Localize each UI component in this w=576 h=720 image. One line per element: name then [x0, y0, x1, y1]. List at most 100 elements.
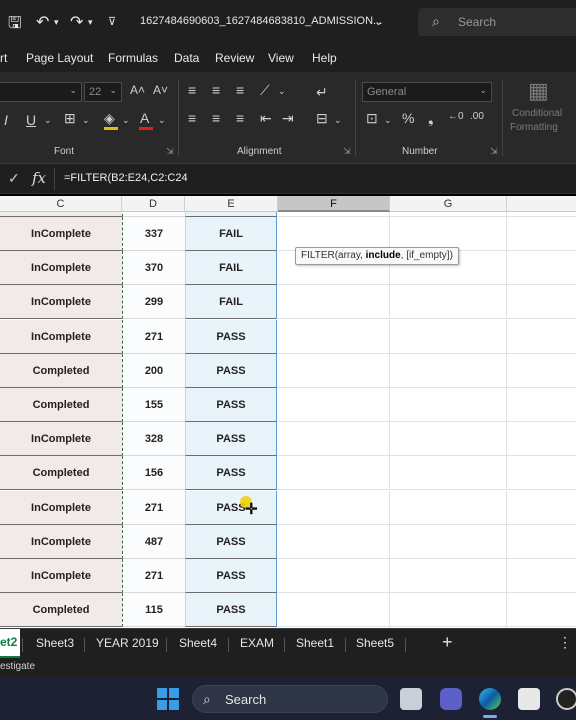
column-header-c[interactable]: C: [0, 196, 122, 212]
sheet-tab-year-2019[interactable]: YEAR 2019: [96, 636, 159, 650]
cell-empty[interactable]: [390, 525, 507, 559]
font-color-icon[interactable]: A: [140, 110, 149, 126]
tab-formulas[interactable]: Formulas: [108, 51, 158, 65]
cell-empty[interactable]: [507, 456, 576, 490]
cell-result[interactable]: FAIL: [185, 251, 277, 285]
alignment-launcher-icon[interactable]: ⇲: [343, 146, 351, 157]
cell-score[interactable]: 271: [122, 491, 185, 525]
cell-status[interactable]: Completed: [0, 354, 122, 388]
sheet-tab-sheet1[interactable]: Sheet1: [296, 636, 334, 650]
conditional-formatting-icon[interactable]: ▦: [528, 78, 549, 104]
cell-empty[interactable]: [278, 559, 390, 593]
increase-decimal-icon[interactable]: ←0: [448, 111, 464, 122]
column-header-h[interactable]: [507, 196, 576, 212]
sheet-tab-sheet2[interactable]: et2: [0, 629, 21, 659]
cell-result[interactable]: PASS: [185, 491, 277, 525]
decrease-decimal-icon[interactable]: .00: [470, 111, 484, 122]
cell-score[interactable]: 156: [122, 456, 185, 490]
tab-view[interactable]: View: [268, 51, 294, 65]
merge-center-icon[interactable]: ⊟: [316, 110, 328, 127]
cell-result[interactable]: FAIL: [185, 217, 277, 251]
orientation-icon[interactable]: ⟋: [260, 82, 270, 99]
column-header-d[interactable]: D: [122, 196, 185, 212]
cell-empty[interactable]: [278, 217, 390, 251]
cell-score[interactable]: 487: [122, 525, 185, 559]
orientation-dropdown-icon[interactable]: ⌄: [278, 86, 286, 97]
column-header-f[interactable]: F: [278, 196, 390, 212]
save-icon[interactable]: 🖫: [8, 12, 22, 39]
cell-status[interactable]: InComplete: [0, 491, 122, 525]
cell-empty[interactable]: [507, 422, 576, 456]
sheet-tab-sheet4[interactable]: Sheet4: [179, 636, 217, 650]
cell-result[interactable]: FAIL: [185, 285, 277, 319]
fill-dropdown-icon[interactable]: ⌄: [122, 115, 130, 126]
cell-empty[interactable]: [390, 217, 507, 251]
cell-empty[interactable]: [390, 285, 507, 319]
redo-icon[interactable]: ↷: [70, 12, 83, 32]
cell-empty[interactable]: [390, 491, 507, 525]
formula-input[interactable]: =FILTER(B2:E24,C2:C24: [64, 172, 188, 184]
font-color-dropdown-icon[interactable]: ⌄: [158, 115, 166, 126]
search-box[interactable]: ⌕ Search: [418, 8, 576, 36]
font-launcher-icon[interactable]: ⇲: [166, 146, 174, 157]
cell-empty[interactable]: [278, 320, 390, 354]
cell-result[interactable]: PASS: [185, 456, 277, 490]
align-center-icon[interactable]: ≡: [212, 110, 220, 126]
borders-icon[interactable]: ⊞: [64, 110, 76, 127]
customize-toolbar-icon[interactable]: ⊽: [108, 15, 116, 28]
cell-empty[interactable]: [390, 559, 507, 593]
cell-empty[interactable]: [390, 593, 507, 627]
cell-empty[interactable]: [507, 388, 576, 422]
cell-empty[interactable]: [507, 525, 576, 559]
cell-status[interactable]: InComplete: [0, 559, 122, 593]
cell-empty[interactable]: [278, 422, 390, 456]
font-size-select[interactable]: 22 ⌄: [84, 82, 122, 102]
cell-empty[interactable]: [278, 354, 390, 388]
cell-status[interactable]: InComplete: [0, 217, 122, 251]
cell-score[interactable]: 115: [122, 593, 185, 627]
tab-data[interactable]: Data: [174, 51, 199, 65]
cell-empty[interactable]: [390, 354, 507, 388]
sheet-tab-sheet5[interactable]: Sheet5: [356, 636, 394, 650]
decrease-font-icon[interactable]: A˅: [153, 83, 168, 97]
cell-score[interactable]: 200: [122, 354, 185, 388]
cell-score[interactable]: 155: [122, 388, 185, 422]
align-middle-icon[interactable]: ≡: [212, 82, 220, 98]
cell-result[interactable]: PASS: [185, 422, 277, 456]
cell-status[interactable]: InComplete: [0, 320, 122, 354]
cell-result[interactable]: PASS: [185, 320, 277, 354]
taskbar-search[interactable]: ⌕ Search: [192, 685, 388, 713]
align-top-icon[interactable]: ≡: [188, 82, 196, 98]
align-right-icon[interactable]: ≡: [236, 110, 244, 126]
enter-checkmark-icon[interactable]: ✓: [8, 170, 20, 187]
cell-empty[interactable]: [507, 354, 576, 388]
tab-help[interactable]: Help: [312, 51, 337, 65]
increase-font-icon[interactable]: A˄: [130, 83, 145, 97]
cell-result[interactable]: PASS: [185, 525, 277, 559]
cell-empty[interactable]: [390, 422, 507, 456]
cell-partial[interactable]: [278, 212, 390, 217]
conditional-formatting-label-2[interactable]: Formatting: [510, 122, 558, 133]
borders-dropdown-icon[interactable]: ⌄: [82, 115, 90, 126]
italic-icon[interactable]: I: [4, 112, 8, 128]
cell-empty[interactable]: [390, 320, 507, 354]
cell-status[interactable]: Completed: [0, 388, 122, 422]
cell-result[interactable]: PASS: [185, 354, 277, 388]
underline-icon[interactable]: U: [26, 112, 36, 128]
accounting-format-icon[interactable]: ⊡: [366, 110, 378, 127]
cell-partial[interactable]: [185, 212, 277, 217]
cell-empty[interactable]: [390, 388, 507, 422]
windows-start-icon[interactable]: [157, 688, 179, 710]
cell-empty[interactable]: [278, 388, 390, 422]
redo-dropdown-icon[interactable]: ▾: [88, 17, 93, 28]
cell-result[interactable]: PASS: [185, 559, 277, 593]
edge-browser-icon[interactable]: [479, 688, 501, 710]
underline-dropdown-icon[interactable]: ⌄: [44, 115, 52, 126]
column-header-g[interactable]: G: [390, 196, 507, 212]
cell-empty[interactable]: [507, 491, 576, 525]
cell-score[interactable]: 299: [122, 285, 185, 319]
cell-result[interactable]: PASS: [185, 388, 277, 422]
fill-color-icon[interactable]: ◈: [104, 110, 115, 127]
cell-empty[interactable]: [278, 285, 390, 319]
function-tooltip[interactable]: FILTER(array, include, [if_empty]): [295, 247, 459, 265]
